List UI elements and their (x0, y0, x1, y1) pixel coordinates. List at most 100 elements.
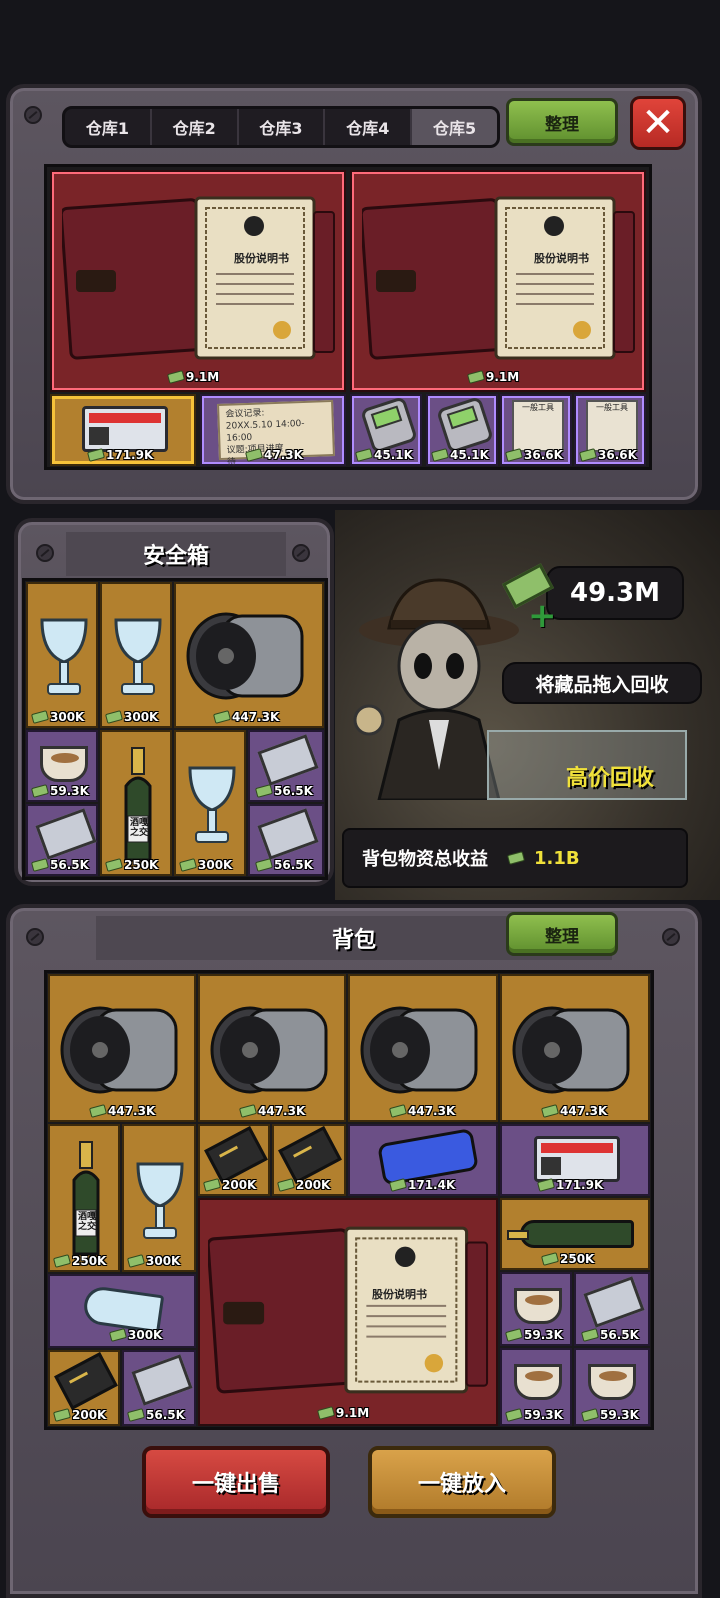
backpack-total-value: 1.1B (534, 847, 580, 869)
trophy-icon (114, 618, 162, 695)
warehouse-item-slot[interactable]: 45.1K (350, 394, 422, 466)
item-price: 250K (104, 858, 158, 872)
backpack-item-slot[interactable]: 股份说明书 9.1M (198, 1198, 498, 1426)
screw-icon (24, 106, 42, 124)
item-price: 9.1M (316, 1406, 369, 1420)
item-price: 59.3K (30, 784, 89, 798)
backpack-item-slot[interactable]: 171.4K (348, 1124, 498, 1196)
screw-icon (36, 544, 54, 562)
tab-warehouse-4[interactable]: 仓库4 (325, 109, 413, 145)
warehouse-item-slot[interactable]: 45.1K (426, 394, 498, 466)
calculator-icon (360, 396, 418, 454)
backpack-item-slot[interactable]: 447.3K (48, 974, 196, 1122)
safe-item-slot[interactable]: 59.3K (26, 730, 98, 802)
backpack-item-slot[interactable]: 447.3K (348, 974, 498, 1122)
warehouse-item-slot[interactable]: 股份说明书 9.1M (50, 170, 346, 392)
coffee-cup-icon (514, 1288, 562, 1324)
item-price: 45.1K (354, 448, 413, 462)
cash-icon (536, 1178, 556, 1192)
cash-icon (254, 858, 274, 872)
safe-item-slot[interactable]: 300K (26, 582, 98, 728)
cash-icon (466, 370, 486, 384)
cash-icon (178, 858, 198, 872)
trophy-icon (40, 618, 88, 695)
cash-icon (254, 784, 274, 798)
backpack-item-slot[interactable]: 59.3K (574, 1348, 650, 1426)
tab-warehouse-3[interactable]: 仓库3 (239, 109, 326, 145)
put-all-button[interactable]: 一键放入 (368, 1446, 556, 1518)
item-price: 56.5K (254, 784, 313, 798)
document-title: 股份说明书 (372, 1288, 427, 1301)
item-price: 200K (52, 1408, 106, 1422)
item-price: 447.3K (238, 1104, 305, 1118)
backpack-item-slot[interactable]: 56.5K (122, 1350, 196, 1426)
backpack-item-slot[interactable]: 200K (272, 1124, 346, 1196)
stock-certificate-folder-icon (362, 196, 635, 360)
backpack-item-slot[interactable]: 447.3K (500, 974, 650, 1122)
tab-warehouse-1[interactable]: 仓库1 (65, 109, 152, 145)
warehouse-item-slot[interactable]: 会议记录: 20XX.5.10 14:00-16:00 议题:项目进度 待 47… (200, 394, 346, 468)
safe-item-slot[interactable]: 酒嘎之交 250K (100, 730, 172, 876)
money-plus-icon: + (500, 563, 560, 636)
safe-item-slot[interactable]: 56.5K (248, 804, 324, 876)
warehouse-item-slot[interactable]: 171.9K (50, 394, 196, 466)
cash-icon (316, 1406, 336, 1420)
item-price: 200K (276, 1178, 330, 1192)
champagne-bottle-icon (72, 1141, 100, 1256)
item-price: 56.5K (30, 858, 89, 872)
backpack-item-slot[interactable]: 447.3K (198, 974, 346, 1122)
cash-icon (504, 1408, 524, 1422)
close-button[interactable]: ✕ (630, 96, 686, 150)
sell-all-button[interactable]: 一键出售 (142, 1446, 330, 1518)
item-price: 59.3K (504, 1408, 563, 1422)
drag-hint-label: 将藏品拖入回收 (502, 662, 702, 704)
work-order-tag: 一般工具 (522, 403, 554, 412)
warehouse-item-slot[interactable]: 一般工具 36.6K (574, 394, 646, 466)
item-price: 56.5K (580, 1328, 639, 1342)
backpack-item-slot[interactable]: 59.3K (500, 1272, 572, 1346)
tab-warehouse-5[interactable]: 仓库5 (412, 109, 497, 145)
gold-card-icon (278, 1126, 342, 1184)
tab-warehouse-2[interactable]: 仓库2 (152, 109, 239, 145)
cash-icon (52, 1254, 72, 1268)
jet-turbine-icon (210, 1006, 328, 1094)
cash-icon (354, 448, 374, 462)
item-price: 171.9K (86, 448, 153, 462)
calculator-icon (436, 396, 494, 454)
coffee-cup-icon (514, 1364, 562, 1400)
magazine-icon (257, 808, 319, 860)
backpack-item-slot[interactable]: 59.3K (500, 1348, 572, 1426)
safe-item-slot[interactable]: 56.5K (248, 730, 324, 802)
stock-certificate-folder-icon (208, 1226, 489, 1394)
cash-icon (244, 448, 264, 462)
safe-item-slot[interactable]: 300K (100, 582, 172, 728)
backpack-item-slot[interactable]: 200K (48, 1350, 120, 1426)
item-price: 250K (52, 1254, 106, 1268)
backpack-item-slot[interactable]: 300K (48, 1274, 196, 1348)
backpack-item-slot[interactable]: 300K (122, 1124, 196, 1272)
safe-item-slot[interactable]: 300K (174, 730, 246, 876)
safe-item-slot[interactable]: 56.5K (26, 804, 98, 876)
backpack-item-slot[interactable]: 171.9K (500, 1124, 650, 1196)
warehouse-sort-button[interactable]: 整理 (506, 98, 618, 146)
document-title: 股份说明书 (234, 252, 289, 265)
backpack-sort-button[interactable]: 整理 (506, 912, 618, 956)
close-icon: ✕ (641, 100, 675, 146)
item-price: 45.1K (430, 448, 489, 462)
item-price: 300K (104, 710, 158, 724)
cash-icon (202, 1178, 222, 1192)
backpack-item-slot[interactable]: 200K (198, 1124, 270, 1196)
backpack-item-slot[interactable]: 酒嘎之交 250K (48, 1124, 120, 1272)
jet-turbine-icon (360, 1006, 478, 1094)
warehouse-item-slot[interactable]: 股份说明书 9.1M (350, 170, 646, 392)
warehouse-item-slot[interactable]: 一般工具 36.6K (500, 394, 572, 466)
cash-icon (52, 1408, 72, 1422)
item-price: 36.6K (504, 448, 563, 462)
cash-icon (276, 1178, 296, 1192)
item-price: 9.1M (466, 370, 519, 384)
backpack-item-slot[interactable]: 250K (500, 1198, 650, 1270)
safe-item-slot[interactable]: 447.3K (174, 582, 324, 728)
backpack-item-slot[interactable]: 56.5K (574, 1272, 650, 1346)
fallen-trophy-icon (81, 1284, 165, 1334)
jet-turbine-icon (60, 1006, 178, 1094)
